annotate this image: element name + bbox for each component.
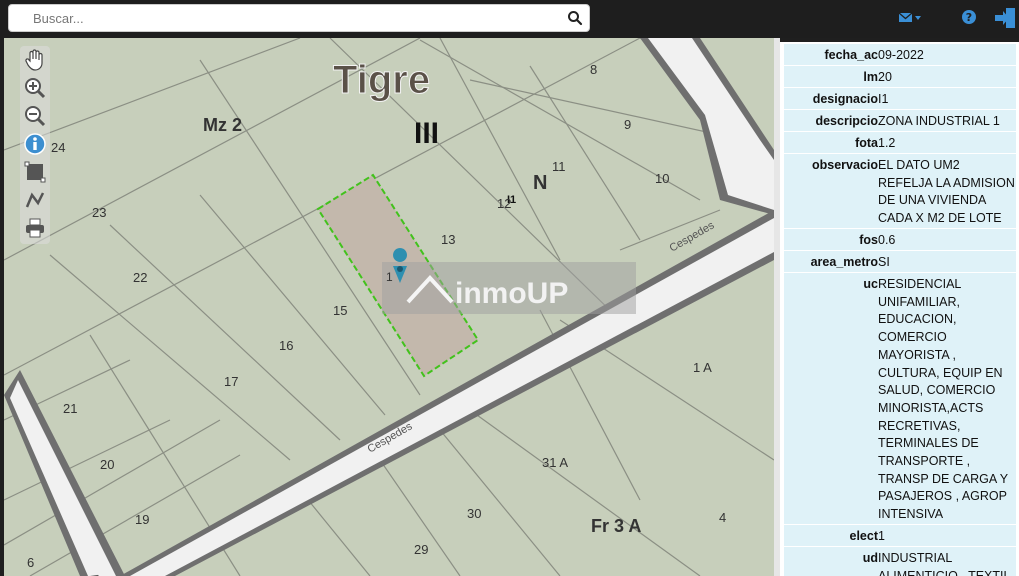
map-title: Tigre [333, 58, 430, 102]
lot-number: 1 A [693, 360, 712, 375]
lot-number: 8 [590, 62, 597, 77]
lot-number: 24 [51, 140, 65, 155]
map-canvas[interactable]: inmoUP 1 Tigre III Mz 2 N Fr 3 A I1 Cesp… [4, 38, 774, 576]
lot-number: 23 [92, 205, 106, 220]
lot-number: 11 [552, 159, 566, 174]
info-key: descripcio [815, 114, 878, 128]
info-value: INDUSTRIAL ALIMENTICIO , TEXTIL [878, 551, 1011, 576]
marker-label: 1 [386, 270, 393, 284]
block-label-right: N [533, 172, 547, 194]
lot-number: 22 [133, 270, 147, 285]
svg-text:?: ? [966, 11, 972, 24]
info-row: area_metro SI [784, 251, 1016, 273]
zoom-out-icon[interactable] [23, 104, 47, 128]
info-row: fecha_ac 09-2022 [784, 44, 1016, 66]
select-box-icon[interactable] [23, 160, 47, 184]
search-icon[interactable] [567, 10, 583, 26]
info-value: ZONA INDUSTRIAL 1 [878, 114, 1000, 128]
lot-number: 10 [655, 171, 669, 186]
search-input[interactable] [19, 8, 587, 28]
logout-icon[interactable] [993, 6, 1017, 30]
info-key: elect [849, 529, 879, 543]
info-value: 09-2022 [878, 48, 924, 62]
watermark-text: inmoUP [455, 277, 568, 310]
info-row: elect 1 [784, 525, 1016, 547]
info-key: ud [862, 551, 878, 565]
lot-number: 29 [414, 542, 428, 557]
pan-hand-icon[interactable] [23, 48, 47, 72]
zoom-in-icon[interactable] [23, 76, 47, 100]
lot-number: 4 [719, 510, 726, 525]
pin-center [397, 266, 403, 272]
question-icon[interactable]: ? [961, 9, 977, 27]
info-value: 1.2 [878, 136, 896, 150]
lot-number: 15 [333, 303, 347, 318]
map-svg[interactable]: inmoUP 1 Tigre III Mz 2 N Fr 3 A I1 Cesp… [4, 38, 774, 576]
fraction-label: Fr 3 A [591, 516, 641, 536]
info-key: fota [855, 136, 878, 150]
block-label-left: Mz 2 [203, 115, 242, 135]
info-value: RESIDENCIAL UNIFAMILIAR, EDUCACION, COME… [878, 277, 1009, 522]
lot-number: 9 [624, 117, 631, 132]
info-key: area_metro [810, 255, 878, 269]
info-key: uc [863, 277, 878, 291]
info-value: EL DATO UM2 REFELJA LA ADMISION DE UNA V… [878, 158, 1015, 226]
info-row: uc RESIDENCIAL UNIFAMILIAR, EDUCACION, C… [784, 273, 1016, 525]
info-value: SI [878, 255, 890, 269]
info-row: fota 1.2 [784, 132, 1016, 154]
lot-number: 17 [224, 374, 238, 389]
lot-number: 21 [63, 401, 77, 416]
search-box[interactable] [8, 4, 590, 32]
info-value: 1 [878, 529, 885, 543]
lot-number: 6 [27, 555, 34, 570]
lot-number: 13 [441, 232, 455, 247]
print-icon[interactable] [23, 216, 47, 240]
info-row: descripcio ZONA INDUSTRIAL 1 [784, 110, 1016, 132]
section-label: III [414, 117, 439, 150]
info-value: 20 [878, 70, 892, 84]
lot-number: 19 [135, 512, 149, 527]
lot-number: 30 [467, 506, 481, 521]
lot-number: 16 [279, 338, 293, 353]
info-row: designacio I1 [784, 88, 1016, 110]
top-bar: ? [0, 0, 1019, 38]
lot-number: 31 A [542, 455, 568, 470]
info-key: designacio [812, 92, 878, 106]
info-key: observacio [811, 158, 878, 172]
info-row: lm 20 [784, 66, 1016, 88]
info-key: fecha_ac [824, 48, 878, 62]
info-value: I1 [878, 92, 889, 106]
measure-icon[interactable] [23, 188, 47, 212]
map-toolbar [20, 46, 50, 244]
info-row: ud INDUSTRIAL ALIMENTICIO , TEXTIL [784, 547, 1016, 576]
info-row: observacio EL DATO UM2 REFELJA LA ADMISI… [784, 154, 1016, 229]
envelope-icon[interactable] [898, 9, 924, 27]
lot-number: 12 [497, 196, 511, 211]
info-row: fos 0.6 [784, 229, 1016, 251]
lot-number: 20 [100, 457, 114, 472]
feature-info-panel: fecha_ac 09-2022 lm 20 designacio I1 des… [780, 42, 1019, 576]
info-icon[interactable] [23, 132, 47, 156]
info-value: 0.6 [878, 233, 896, 247]
location-pin-icon[interactable] [393, 247, 408, 262]
info-key: lm [863, 70, 878, 84]
info-key: fos [859, 233, 878, 247]
